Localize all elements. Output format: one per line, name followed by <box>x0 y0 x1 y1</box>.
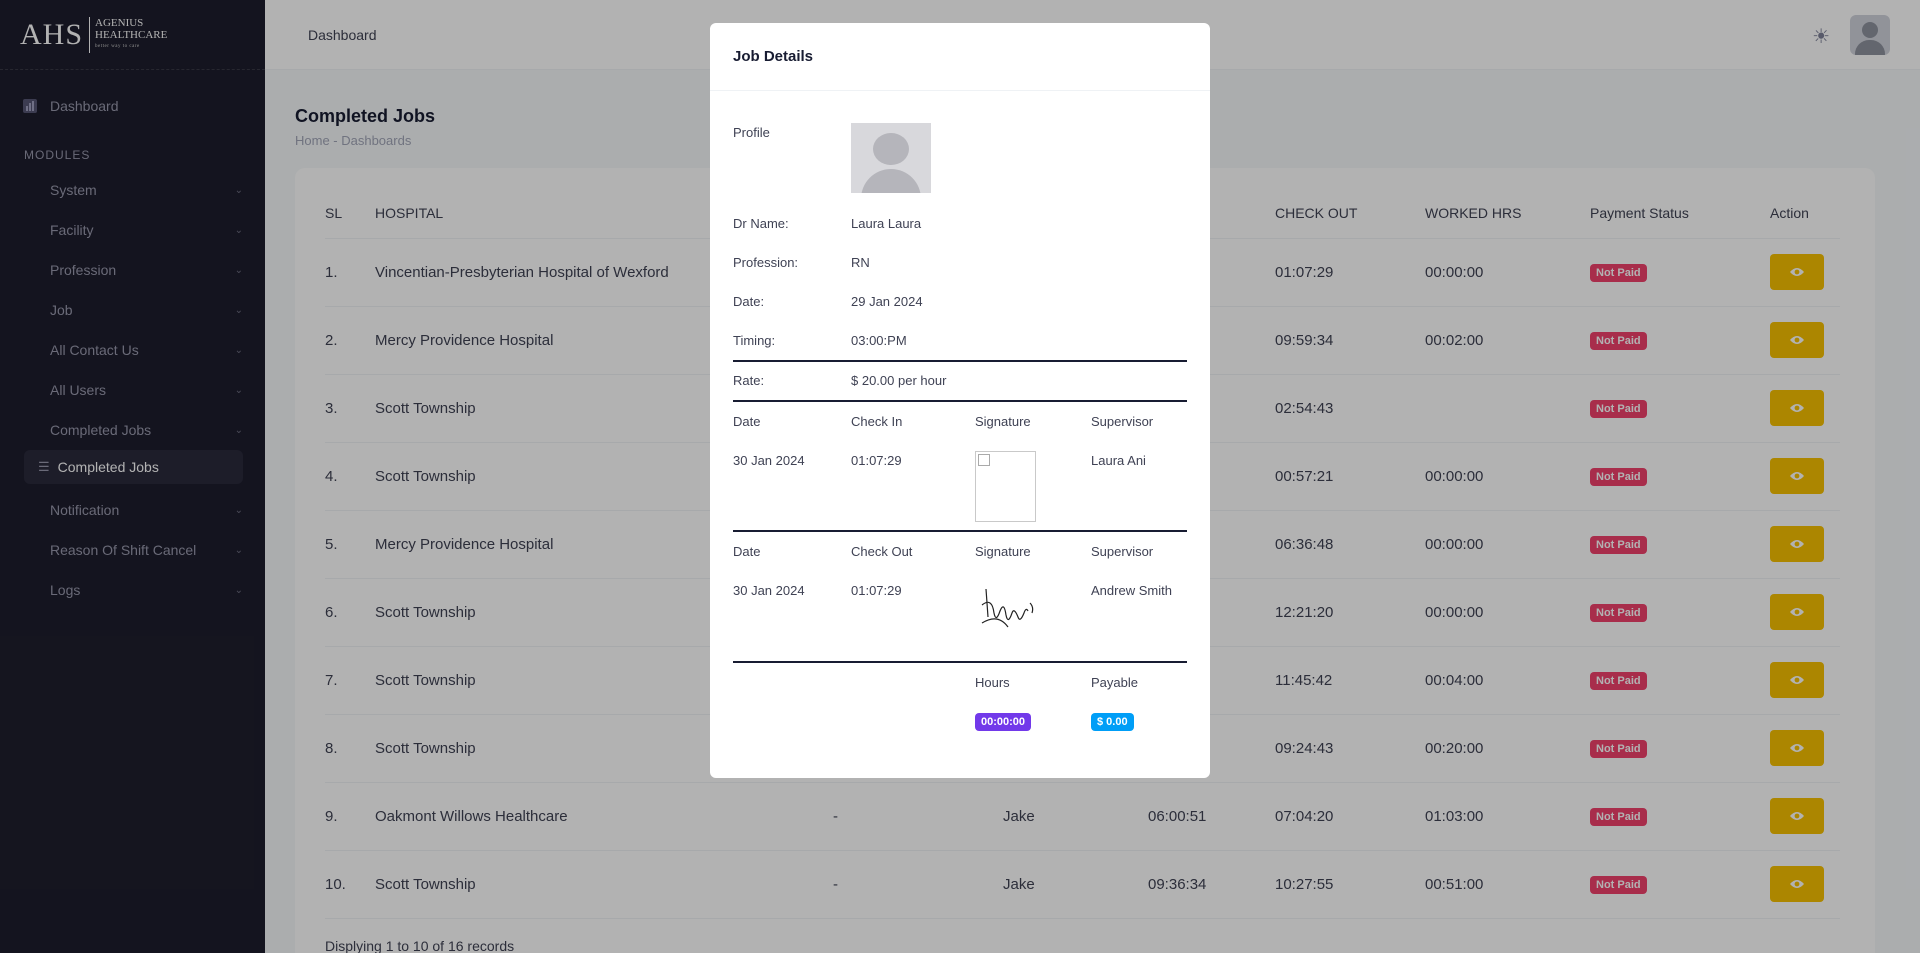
checkin-supervisor: Laura Ani <box>1091 453 1146 468</box>
checkout-col-signature: Signature <box>975 544 1031 559</box>
divider <box>733 400 1187 402</box>
checkout-col-supervisor: Supervisor <box>1091 544 1154 559</box>
checkin-col-date: Date <box>733 414 761 429</box>
broken-image-icon <box>978 454 990 466</box>
checkout-signature-image <box>981 588 1034 628</box>
dr-name-value: Laura Laura <box>851 216 922 231</box>
divider <box>733 661 1187 663</box>
rate-value: $ 20.00 per hour <box>851 373 947 388</box>
timing-value: 03:00:PM <box>851 333 907 348</box>
profile-image <box>851 123 931 193</box>
checkin-signature-image <box>975 451 1036 522</box>
checkout-time: 01:07:29 <box>851 583 902 598</box>
timing-label: Timing: <box>733 333 776 348</box>
profile-label: Profile <box>733 125 770 140</box>
checkin-time: 01:07:29 <box>851 453 902 468</box>
divider <box>733 530 1187 532</box>
payable-label: Payable <box>1091 675 1138 690</box>
divider <box>733 360 1187 362</box>
date-value: 29 Jan 2024 <box>851 294 923 309</box>
checkout-col-time: Check Out <box>851 544 913 559</box>
hours-label: Hours <box>975 675 1010 690</box>
checkout-col-date: Date <box>733 544 761 559</box>
modal-title: Job Details <box>710 23 1210 91</box>
checkout-date: 30 Jan 2024 <box>733 583 805 598</box>
checkout-supervisor: Andrew Smith <box>1091 583 1172 598</box>
checkin-col-time: Check In <box>851 414 903 429</box>
date-label: Date: <box>733 294 765 309</box>
checkin-date: 30 Jan 2024 <box>733 453 805 468</box>
checkin-col-signature: Signature <box>975 414 1031 429</box>
hours-badge: 00:00:00 <box>975 713 1032 731</box>
dr-name-label: Dr Name: <box>733 216 789 231</box>
checkin-col-supervisor: Supervisor <box>1091 414 1154 429</box>
payable-badge: $ 0.00 <box>1091 713 1134 731</box>
rate-label: Rate: <box>733 373 765 388</box>
profession-label: Profession: <box>733 255 799 270</box>
job-details-modal: Job Details Profile Dr Name: Laura Laura… <box>710 23 1210 778</box>
profession-value: RN <box>851 255 870 270</box>
